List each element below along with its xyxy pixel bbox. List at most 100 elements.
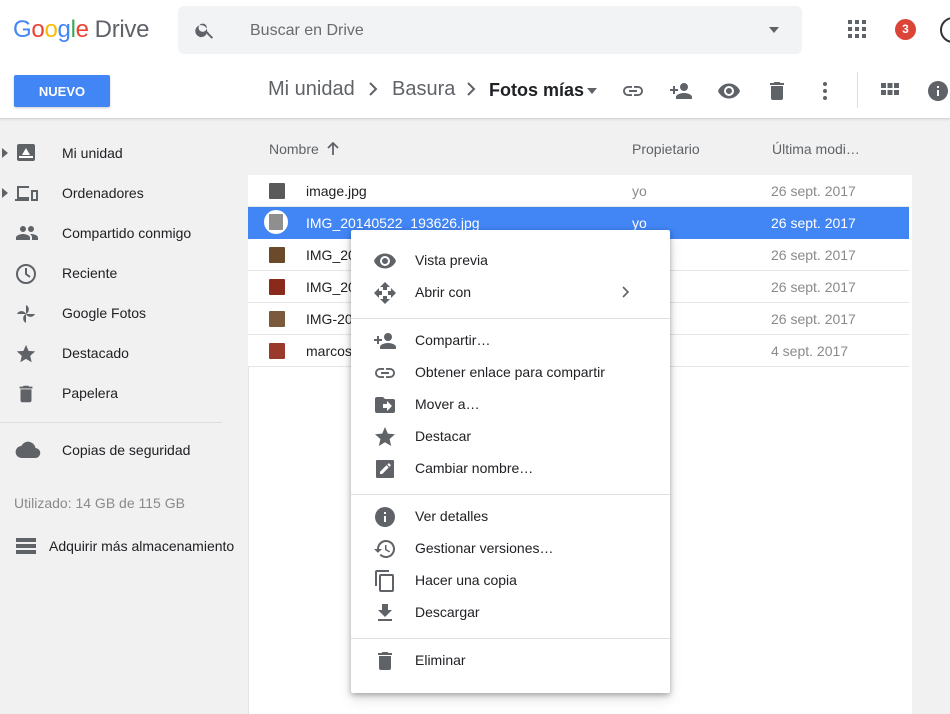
menu-divider <box>351 494 670 495</box>
expand-arrow-icon[interactable] <box>2 148 8 158</box>
menu-item-rename[interactable]: Cambiar nombre… <box>351 453 670 485</box>
sidebar-item-label: Google Fotos <box>62 305 147 321</box>
column-header-name-label: Nombre <box>269 141 319 157</box>
computers-icon <box>15 183 39 203</box>
sidebar-item-label: Ordenadores <box>62 185 144 201</box>
menu-item-make-copy[interactable]: Hacer una copia <box>351 565 670 597</box>
buy-storage-link[interactable]: Adquirir más almacenamiento <box>0 530 245 562</box>
file-modified-date: 26 sept. 2017 <box>771 183 856 199</box>
column-header-owner[interactable]: Propietario <box>632 141 700 157</box>
image-thumbnail <box>269 247 285 263</box>
folder-move-icon <box>373 393 397 417</box>
menu-item-label: Descargar <box>415 604 480 620</box>
menu-item-preview[interactable]: Vista previa <box>351 245 670 277</box>
menu-item-label: Ver detalles <box>415 508 489 524</box>
apps-grid-icon[interactable] <box>848 20 866 38</box>
column-header-modified[interactable]: Última modi… <box>772 141 860 157</box>
sidebar-item-starred[interactable]: Destacado <box>0 335 240 371</box>
menu-item-download[interactable]: Descargar <box>351 597 670 629</box>
file-modified-date: 26 sept. 2017 <box>771 247 856 263</box>
menu-item-label: Gestionar versiones… <box>415 540 554 556</box>
file-name: IMG_20 <box>306 279 356 295</box>
search-input[interactable] <box>248 17 752 45</box>
file-modified-date: 26 sept. 2017 <box>771 215 856 231</box>
google-drive-logo[interactable]: Google Drive <box>13 16 149 44</box>
info-icon <box>373 505 397 529</box>
menu-item-label: Cambiar nombre… <box>415 460 534 476</box>
menu-item-get-link[interactable]: Obtener enlace para compartir <box>351 357 670 389</box>
folder-menu-caret-icon[interactable] <box>587 88 597 94</box>
link-icon[interactable] <box>621 79 645 103</box>
sidebar-item-label: Destacado <box>62 345 129 361</box>
menu-item-versions[interactable]: Gestionar versiones… <box>351 533 670 565</box>
file-name: IMG_20140522_193626.jpg <box>306 215 480 231</box>
submenu-chevron-icon <box>621 286 629 298</box>
breadcrumb-basura[interactable]: Basura <box>392 78 455 101</box>
file-owner: yo <box>632 183 647 199</box>
image-thumbnail <box>269 279 285 295</box>
sidebar-item-shared[interactable]: Compartido conmigo <box>0 215 240 251</box>
file-owner: yo <box>632 215 647 231</box>
expand-arrow-icon[interactable] <box>2 188 8 198</box>
image-thumbnail <box>269 183 285 199</box>
grid-view-icon[interactable] <box>879 79 901 101</box>
menu-item-label: Mover a… <box>415 396 480 412</box>
clock-icon <box>15 263 37 285</box>
notifications-badge[interactable]: 3 <box>895 19 916 40</box>
avatar[interactable] <box>940 17 950 43</box>
top-bar: GoogleDrive 3 <box>0 0 950 62</box>
menu-item-share[interactable]: Compartir… <box>351 325 670 357</box>
file-modified-date: 26 sept. 2017 <box>771 279 856 295</box>
menu-item-details[interactable]: Ver detalles <box>351 501 670 533</box>
sidebar-item-recent[interactable]: Reciente <box>0 255 240 291</box>
file-row[interactable]: image.jpg yo 26 sept. 2017 <box>248 175 909 207</box>
file-name: IMG_20 <box>306 247 356 263</box>
breadcrumb-current-folder[interactable]: Fotos mías <box>489 80 584 101</box>
link-icon <box>373 361 397 385</box>
share-person-icon[interactable] <box>669 79 693 103</box>
menu-item-open-with[interactable]: Abrir con <box>351 277 670 309</box>
new-button[interactable]: NUEVO <box>14 75 110 107</box>
info-icon[interactable] <box>926 79 950 103</box>
more-vert-icon[interactable] <box>813 79 837 103</box>
menu-item-star[interactable]: Destacar <box>351 421 670 453</box>
logo-letter: o <box>31 16 45 43</box>
menu-item-label: Abrir con <box>415 284 472 300</box>
logo-google-text: Google <box>13 16 89 43</box>
sidebar-item-my-drive[interactable]: Mi unidad <box>0 135 240 171</box>
toolbar: NUEVO Mi unidad Basura Fotos mías <box>0 62 950 119</box>
preview-eye-icon[interactable] <box>717 79 741 103</box>
search-options-caret-icon[interactable] <box>768 26 780 34</box>
file-modified-date: 26 sept. 2017 <box>771 311 856 327</box>
menu-divider <box>351 318 670 319</box>
sidebar-item-label: Reciente <box>62 265 118 281</box>
menu-item-label: Eliminar <box>415 652 466 668</box>
chevron-right-icon <box>368 81 378 97</box>
sidebar-item-label: Copias de seguridad <box>62 442 191 458</box>
menu-divider <box>351 638 670 639</box>
breadcrumb-my-drive[interactable]: Mi unidad <box>268 78 355 101</box>
menu-item-move[interactable]: Mover a… <box>351 389 670 421</box>
download-icon <box>373 601 397 625</box>
image-thumbnail <box>269 343 285 359</box>
menu-item-label: Obtener enlace para compartir <box>415 364 605 380</box>
storage-usage-text: Utilizado: 14 GB de 115 GB <box>14 495 185 511</box>
search-bar[interactable] <box>178 6 802 54</box>
trash-icon[interactable] <box>765 79 789 103</box>
sidebar-item-backups[interactable]: Copias de seguridad <box>0 432 240 468</box>
search-icon[interactable] <box>194 19 216 41</box>
column-header-name[interactable]: Nombre <box>269 141 339 157</box>
sort-ascending-icon[interactable] <box>327 142 339 156</box>
sidebar-item-label: Papelera <box>62 385 119 401</box>
chevron-right-icon <box>466 81 476 97</box>
image-thumbnail <box>269 311 285 327</box>
cloud-icon <box>15 440 41 460</box>
people-icon <box>15 223 39 243</box>
menu-item-delete[interactable]: Eliminar <box>351 645 670 677</box>
sidebar-item-google-photos[interactable]: Google Fotos <box>0 295 240 331</box>
menu-item-label: Hacer una copia <box>415 572 517 588</box>
sidebar-item-label: Mi unidad <box>62 145 123 161</box>
sidebar-item-computers[interactable]: Ordenadores <box>0 175 240 211</box>
sidebar-item-trash[interactable]: Papelera <box>0 375 240 411</box>
logo-letter: G <box>13 16 32 43</box>
